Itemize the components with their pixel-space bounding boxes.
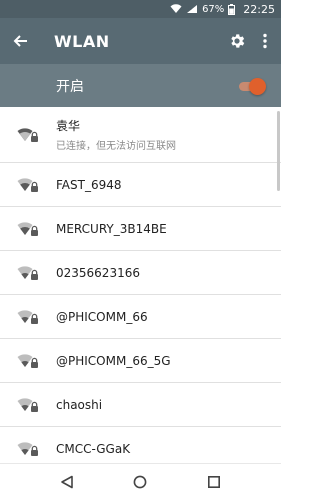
wifi-signal-icon [170,4,182,13]
circle-home-icon [134,475,147,489]
network-item-6[interactable]: chaoshi [0,383,281,427]
triangle-back-icon [61,475,73,489]
back-button[interactable] [0,18,40,64]
network-ssid: @PHICOMM_66_5G [56,353,171,368]
battery-percent: 67% [202,3,225,15]
app-bar: WLAN [0,18,281,64]
nav-home-button[interactable] [120,467,160,497]
status-bar: R 67% 22:25 [0,0,281,18]
more-vert-icon [263,33,267,49]
network-ssid: chaoshi [56,397,103,412]
navigation-bar [0,463,281,500]
clock: 22:25 [243,2,275,16]
network-ssid: 袁华 [56,119,81,133]
more-options-button[interactable] [251,18,279,64]
arrow-left-icon [13,35,27,47]
wifi-lock-icon [0,339,56,382]
wlan-switch[interactable] [237,76,267,96]
network-ssid: MERCURY_3B14BE [56,221,167,236]
wifi-lock-icon [0,251,56,294]
network-ssid: @PHICOMM_66 [56,309,148,324]
switch-knob [249,77,266,95]
nav-recents-button[interactable] [194,467,234,497]
network-ssid: FAST_6948 [56,177,122,192]
cell-signal-icon: R [187,5,198,13]
network-item-1[interactable]: FAST_6948 [0,163,281,207]
wifi-lock-icon [0,383,56,426]
scrollbar[interactable] [277,111,280,191]
svg-text:R: R [188,6,192,12]
wifi-lock-icon [0,163,56,206]
settings-button[interactable] [223,18,251,64]
wlan-toggle-label: 开启 [56,78,84,95]
network-item-3[interactable]: 02356623166 [0,251,281,295]
network-item-7[interactable]: CMCC-GGaK [0,427,281,463]
network-ssid: CMCC-GGaK [56,441,131,456]
wlan-toggle-row[interactable]: 开启 [0,64,281,107]
network-ssid: 02356623166 [56,265,140,280]
network-item-2[interactable]: MERCURY_3B14BE [0,207,281,251]
battery-icon [228,3,236,15]
square-recents-icon [208,475,221,488]
gear-icon [231,34,245,48]
wifi-lock-icon [0,107,56,162]
network-item-5[interactable]: @PHICOMM_66_5G [0,339,281,383]
wifi-lock-icon [0,427,56,463]
network-item-4[interactable]: @PHICOMM_66 [0,295,281,339]
page-title: WLAN [54,31,110,51]
network-list: 袁华 已连接，但无法访问互联网 FAST_6948 MERCURY_3B14BE [0,107,281,463]
network-status: 已连接，但无法访问互联网 [56,141,176,152]
wifi-lock-icon [0,295,56,338]
nav-back-button[interactable] [47,467,87,497]
wifi-lock-icon [0,207,56,250]
network-item-0[interactable]: 袁华 已连接，但无法访问互联网 [0,107,281,163]
